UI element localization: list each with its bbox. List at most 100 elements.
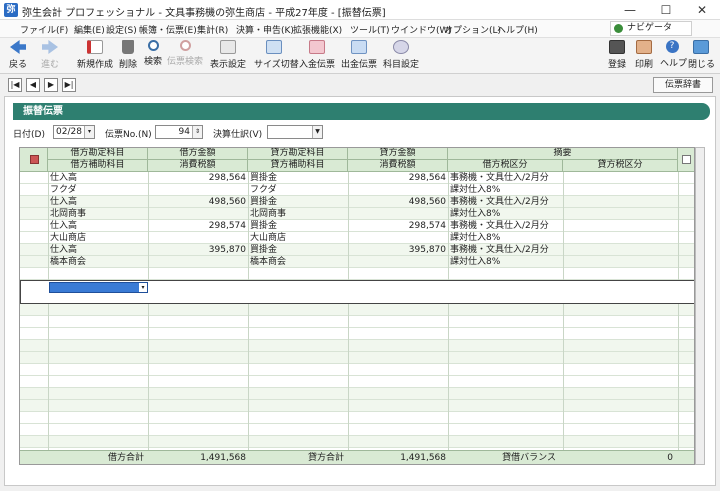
minimize-button[interactable]: — xyxy=(612,0,648,20)
cell-debit-tax[interactable]: 課対仕入8% xyxy=(450,208,560,220)
menu-settings[interactable]: 設定(S) xyxy=(106,23,137,36)
search-button[interactable]: 検索 xyxy=(143,40,163,72)
back-button[interactable]: 戻る xyxy=(4,40,32,72)
voucher-no-value: 94 xyxy=(178,127,190,137)
window-title: 弥生会計 プロフェッショナル - 文具事務機の弥生商店 - 平成27年度 - [… xyxy=(22,8,386,19)
account-settings-button[interactable]: 科目設定 xyxy=(383,40,419,72)
register-button[interactable]: 登録 xyxy=(606,40,628,72)
size-switch-icon xyxy=(266,40,282,54)
header-memo: 摘要 xyxy=(448,148,678,160)
navigator-icon xyxy=(614,24,623,33)
last-record-button[interactable]: ▶| xyxy=(62,78,76,92)
menu-help[interactable]: ヘルプ(H) xyxy=(497,23,538,36)
cell-credit-amount[interactable]: 395,870 xyxy=(350,244,446,256)
voucher-dictionary-button[interactable]: 伝票辞書 xyxy=(653,77,713,93)
menu-summary[interactable]: 集計(R) xyxy=(197,23,228,36)
menu-closing[interactable]: 決算・申告(K) xyxy=(236,23,294,36)
search-icon xyxy=(147,40,159,51)
grid-settings-corner[interactable] xyxy=(678,148,694,172)
new-entry-row[interactable]: ▾ xyxy=(20,280,694,304)
chevron-down-icon[interactable]: ▼ xyxy=(312,126,322,138)
forward-arrow-icon xyxy=(42,40,58,54)
header-credit-sub: 貸方補助科目 xyxy=(248,160,348,172)
cell-credit-amount[interactable]: 298,564 xyxy=(350,172,446,184)
app-icon: 弥 xyxy=(4,3,18,17)
close-door-icon xyxy=(693,40,709,54)
cell-credit-account[interactable]: 買掛金 xyxy=(250,220,346,232)
cell-credit-sub[interactable]: 大山商店 xyxy=(250,232,346,244)
cell-memo[interactable]: 事務機・文具仕入/2月分 xyxy=(450,244,676,256)
cell-debit-amount[interactable]: 298,574 xyxy=(150,220,246,232)
cell-debit-sub[interactable]: 北岡商事 xyxy=(50,208,146,220)
column-divider xyxy=(248,172,249,450)
cell-credit-sub[interactable]: 北岡商事 xyxy=(250,208,346,220)
row-divider xyxy=(20,447,694,448)
menu-edit[interactable]: 編集(E) xyxy=(74,23,105,36)
record-navigation: |◀ ◀ ▶ ▶| 伝票辞書 xyxy=(0,75,720,95)
totals-row: 借方合計 1,491,568 貸方合計 1,491,568 貸借バランス 0 xyxy=(20,450,694,464)
calendar-dropdown-icon[interactable]: ▾ xyxy=(84,126,94,138)
vertical-scrollbar[interactable] xyxy=(695,147,705,465)
voucher-no-spinner-icon[interactable]: ⇕ xyxy=(192,126,202,138)
cell-debit-tax[interactable]: 課対仕入8% xyxy=(450,232,560,244)
close-button[interactable]: 閉じる xyxy=(688,40,715,72)
withdrawal-voucher-button[interactable]: 出金伝票 xyxy=(341,40,377,72)
cell-credit-account[interactable]: 買掛金 xyxy=(250,172,346,184)
cell-debit-account[interactable]: 仕入高 xyxy=(50,220,146,232)
cell-credit-account[interactable]: 買掛金 xyxy=(250,196,346,208)
next-record-button[interactable]: ▶ xyxy=(44,78,58,92)
first-record-button[interactable]: |◀ xyxy=(8,78,22,92)
delete-button[interactable]: 削除 xyxy=(118,40,138,72)
help-button[interactable]: ? ヘルプ xyxy=(660,40,687,72)
cell-debit-amount[interactable]: 395,870 xyxy=(150,244,246,256)
title-bar: 弥 弥生会計 プロフェッショナル - 文具事務機の弥生商店 - 平成27年度 -… xyxy=(0,0,720,20)
debit-account-input[interactable]: ▾ xyxy=(49,282,148,293)
cell-debit-account[interactable]: 仕入高 xyxy=(50,172,146,184)
cell-credit-amount[interactable]: 298,574 xyxy=(350,220,446,232)
cell-debit-sub[interactable]: 橋本商会 xyxy=(50,256,146,268)
menu-books[interactable]: 帳簿・伝票(E) xyxy=(139,23,197,36)
cell-credit-amount[interactable]: 498,560 xyxy=(350,196,446,208)
cell-debit-tax[interactable]: 課対仕入8% xyxy=(450,184,560,196)
voucher-no-field[interactable]: 94 ⇕ xyxy=(155,125,203,139)
cell-debit-amount[interactable]: 498,560 xyxy=(150,196,246,208)
new-button[interactable]: 新規作成 xyxy=(76,40,114,72)
cell-memo[interactable]: 事務機・文具仕入/2月分 xyxy=(450,220,676,232)
credit-total-label: 貸方合計 xyxy=(307,453,344,463)
cell-memo[interactable]: 事務機・文具仕入/2月分 xyxy=(450,196,676,208)
cell-debit-sub[interactable]: 大山商店 xyxy=(50,232,146,244)
menu-file[interactable]: ファイル(F) xyxy=(20,23,68,36)
cell-debit-account[interactable]: 仕入高 xyxy=(50,244,146,256)
cell-debit-sub[interactable]: フクダ xyxy=(50,184,146,196)
maximize-button[interactable]: ☐ xyxy=(648,0,684,20)
cell-credit-sub[interactable]: 橋本商会 xyxy=(250,256,346,268)
voucher-search-button[interactable]: 伝票検索 xyxy=(167,40,203,72)
date-field[interactable]: 02/28 ▾ xyxy=(53,125,95,139)
cell-debit-amount[interactable]: 298,564 xyxy=(150,172,246,184)
toolbar: 戻る 進む 新規作成 削除 検索 伝票検索 表示設定 サイズ切替 入金伝票 出金… xyxy=(0,38,720,74)
withdrawal-voucher-icon xyxy=(351,40,367,54)
cell-credit-sub[interactable]: フクダ xyxy=(250,184,346,196)
print-button[interactable]: 印刷 xyxy=(633,40,655,72)
voucher-search-icon xyxy=(179,40,191,51)
cell-debit-tax[interactable]: 課対仕入8% xyxy=(450,256,560,268)
closing-entry-select[interactable]: ▼ xyxy=(267,125,323,139)
menu-tools[interactable]: ツール(T) xyxy=(350,23,390,36)
close-window-button[interactable]: ✕ xyxy=(684,0,720,20)
dropdown-icon[interactable]: ▾ xyxy=(139,283,147,292)
navigator-button[interactable]: ナビゲータ xyxy=(610,21,692,36)
credit-total-value: 1,491,568 xyxy=(400,453,446,463)
cell-credit-account[interactable]: 買掛金 xyxy=(250,244,346,256)
prev-record-button[interactable]: ◀ xyxy=(26,78,40,92)
forward-button[interactable]: 進む xyxy=(36,40,64,72)
size-switch-button[interactable]: サイズ切替 xyxy=(254,40,299,72)
menu-extensions[interactable]: 拡張機能(X) xyxy=(293,23,342,36)
deposit-voucher-button[interactable]: 入金伝票 xyxy=(299,40,335,72)
cell-memo[interactable]: 事務機・文具仕入/2月分 xyxy=(450,172,676,184)
menu-options[interactable]: オプション(L) xyxy=(444,23,501,36)
display-settings-button[interactable]: 表示設定 xyxy=(210,40,246,72)
cell-debit-account[interactable]: 仕入高 xyxy=(50,196,146,208)
menu-window[interactable]: ウインドウ(W) xyxy=(391,23,452,36)
date-value: 02/28 xyxy=(56,127,82,137)
header-debit-amount: 借方金額 xyxy=(148,148,248,160)
